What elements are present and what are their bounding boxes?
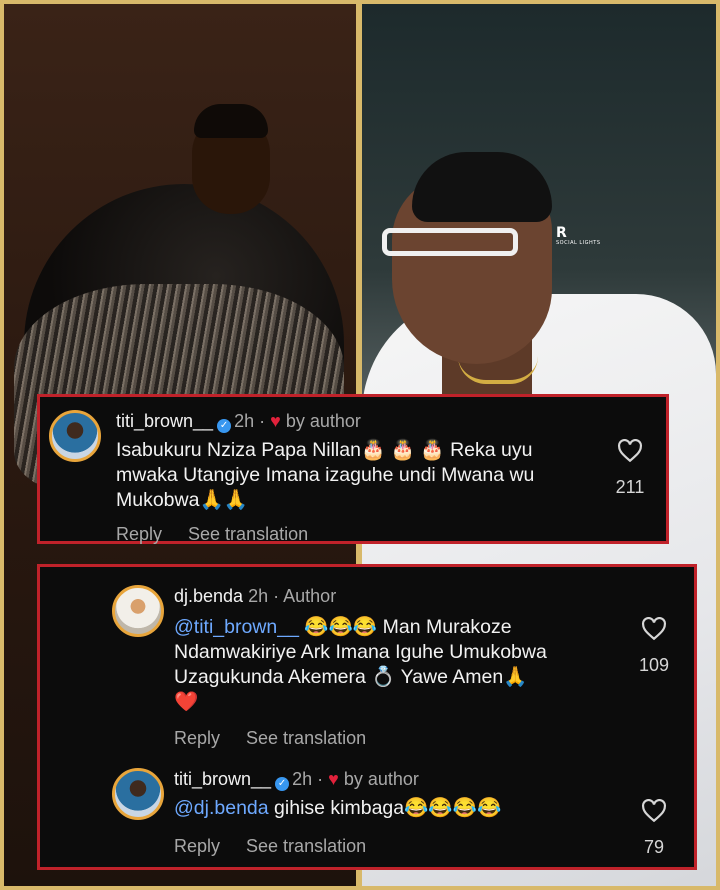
comment-username[interactable]: titi_brown__ [174,769,271,789]
cake-emojis: 🎂 🎂 🎂 [360,439,445,461]
avatar[interactable] [112,585,164,637]
comment-text: Isabukuru Nziza Papa Nillan🎂 🎂 🎂 Reka uy… [116,439,535,511]
verified-badge-icon: ✓ [275,777,290,791]
meta-separator: · [317,769,324,789]
liked-by-author-label: by author [343,769,419,789]
comment-card-bottom: dj.benda 2h · Author @titi_brown__ 😂😂😂 M… [37,564,697,870]
heart-outline-icon[interactable] [617,439,643,463]
short-hair [412,152,552,222]
heart-outline-icon[interactable] [641,799,667,823]
see-translation-button[interactable]: See translation [246,836,366,856]
mention-link[interactable]: @dj.benda [174,797,269,819]
comment-time: 2h [234,411,255,431]
avatar[interactable] [112,768,164,820]
reply-button[interactable]: Reply [116,524,162,544]
meta-separator: · [259,411,266,431]
comment-username[interactable]: dj.benda [174,586,243,606]
man-hair [194,104,268,138]
comment-text: @titi_brown__ 😂😂😂 Man Murakoze Ndamwakir… [174,616,547,713]
see-translation-button[interactable]: See translation [188,524,308,544]
white-sunglasses [382,228,518,256]
liked-by-author-label: by author [285,411,361,431]
reply-button[interactable]: Reply [174,728,220,748]
like-count: 79 [643,837,665,857]
like-count: 211 [615,477,645,497]
post-image: R SOCIAL LIGHTS titi_brown__ ✓ 2h · ♥ by a… [0,0,720,890]
comment-time: 2h [248,586,269,606]
reply-button[interactable]: Reply [174,836,220,856]
comment-username[interactable]: titi_brown__ [116,411,213,431]
comment-titi-1: titi_brown__ ✓ 2h · ♥ by author Isabukuru … [40,397,666,544]
mention-link[interactable]: @titi_brown__ [174,616,299,638]
meta-separator: · [273,586,280,606]
pray-emojis: 🙏🙏 [199,489,249,511]
see-translation-button[interactable]: See translation [246,728,366,748]
comment-dj-benda: dj.benda 2h · Author @titi_brown__ 😂😂😂 M… [40,567,694,757]
heart-emoji: ❤️ [174,691,199,713]
avatar[interactable] [49,410,101,462]
comment-titi-2: titi_brown__ ✓ 2h · ♥ by author @dj.benda … [40,759,694,869]
watermark-logo: R SOCIAL LIGHTS [556,225,601,246]
heart-filled-icon: ♥ [270,411,281,431]
heart-outline-icon[interactable] [641,617,667,641]
comment-card-top: titi_brown__ ✓ 2h · ♥ by author Isabukuru … [37,394,669,544]
comment-time: 2h [292,769,313,789]
verified-badge-icon: ✓ [217,419,232,433]
comment-text: @dj.benda gihise kimbaga😂😂😂😂 [174,797,502,819]
author-label: Author [283,586,337,606]
like-count: 109 [638,655,670,675]
heart-filled-icon: ♥ [328,769,339,789]
